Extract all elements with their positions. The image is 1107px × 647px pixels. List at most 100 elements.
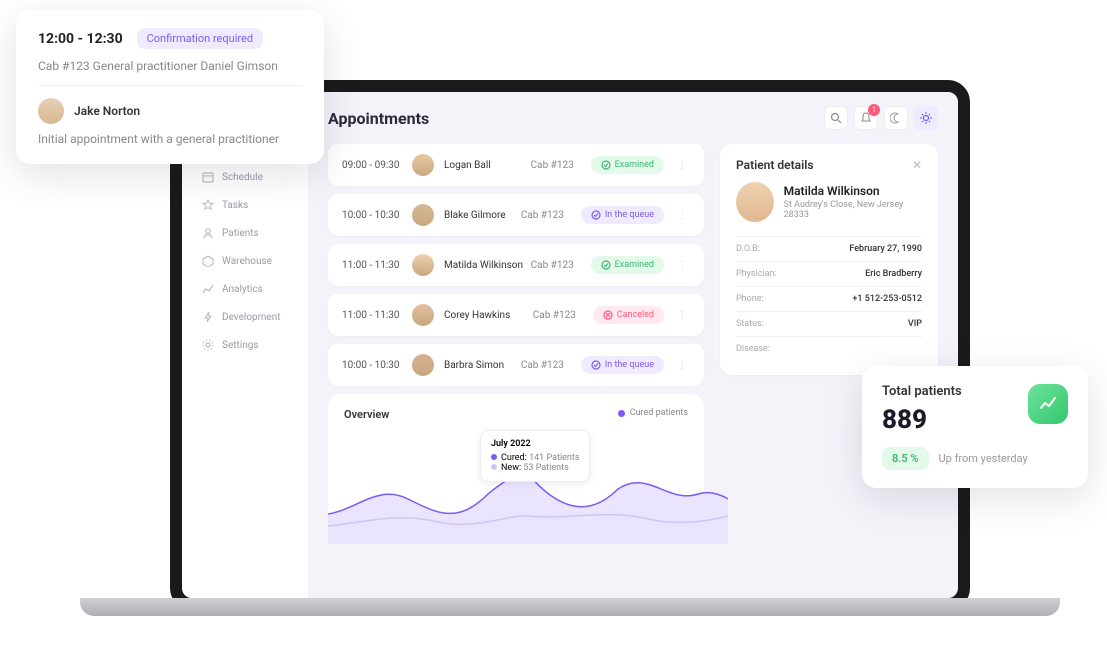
calendar-icon [202,171,214,183]
appointment-status: Canceled [593,306,664,324]
more-button[interactable]: ⋮ [674,260,690,271]
appointment-cab: Cab #123 [521,360,581,371]
bolt-icon [202,311,214,323]
avatar [412,154,434,176]
popup-cab-line: Cab #123 General practitioner Daniel Gim… [38,59,302,86]
appointment-status: In the queue [581,356,664,374]
patient-name: Matilda Wilkinson [784,184,922,198]
sidebar-item-label: Settings [222,340,259,351]
sidebar-item-label: Schedule [222,172,263,183]
user-icon [202,227,214,239]
total-patients-title: Total patients [882,384,962,399]
page-title: Appointments [328,109,429,128]
more-button[interactable]: ⋮ [674,360,690,371]
header-actions: 1 [824,106,938,130]
appointment-name: Matilda Wilkinson [444,260,531,271]
overview-legend: Cured patients [618,408,688,418]
appointment-cab: Cab #123 [521,210,581,221]
appointment-time: 09:00 - 09:30 [342,160,412,171]
patient-detail-row: Physician:Eric Bradberry [736,261,922,286]
appointment-status: Examined [591,156,664,174]
sidebar-item-label: Development [222,312,281,323]
search-button[interactable] [824,106,848,130]
patient-details-card: Patient details ✕ Matilda Wilkinson St A… [720,144,938,375]
appointment-row[interactable]: 09:00 - 09:30 Logan BallCab #123Examined ⋮ [328,144,704,186]
chart-tooltip: July 2022 Cured: 141 Patients New: 53 Pa… [480,430,590,482]
total-patients-percent: 8.5 % [882,447,929,470]
appointment-row[interactable]: 10:00 - 10:30 Blake GilmoreCab #123In the… [328,194,704,236]
sidebar-item-schedule[interactable]: Schedule [192,164,298,190]
dark-mode-button[interactable] [884,106,908,130]
close-icon: ✕ [912,158,922,172]
avatar [412,354,434,376]
main-area: Appointments 1 09:00 - 09:30Logan BallCa… [308,92,958,598]
sidebar-item-patients[interactable]: Patients [192,220,298,246]
laptop-base [80,598,1060,616]
appointment-cab: Cab #123 [533,310,593,321]
sun-icon [920,112,932,124]
appointment-name: Logan Ball [444,160,531,171]
patient-detail-row: Status:VIP [736,311,922,336]
appointment-time: 11:00 - 11:30 [342,260,412,271]
appointment-row[interactable]: 10:00 - 10:30 Barbra SimonCab #123In the … [328,344,704,386]
sidebar-item-label: Warehouse [222,256,272,267]
sidebar: Desktop Organizations Schedule Tasks Pat… [182,92,308,598]
total-patients-sub: Up from yesterday [939,452,1028,465]
appointment-time: 10:00 - 10:30 [342,360,412,371]
search-icon [830,112,842,124]
appointment-cab: Cab #123 [531,160,591,171]
trend-up-icon [1028,384,1068,424]
popup-time: 12:00 - 12:30 [38,31,123,47]
appointment-cab: Cab #123 [531,260,591,271]
total-patients-value: 889 [882,405,962,435]
appointment-popup-card: 12:00 - 12:30 Confirmation required Cab … [16,10,324,164]
gear-icon [202,339,214,351]
patient-detail-row: D.O.B:February 27, 1990 [736,236,922,261]
dot-icon [618,410,625,417]
chart-icon [202,283,214,295]
patient-address: St Audrey's Close, New Jersey 28333 [784,200,922,220]
appointment-status: Examined [591,256,664,274]
appointment-name: Blake Gilmore [444,210,521,221]
sidebar-item-label: Tasks [222,200,248,211]
patient-details-title: Patient details [736,158,814,172]
sidebar-item-settings[interactable]: Settings [192,332,298,358]
sidebar-item-label: Patients [222,228,259,239]
avatar [38,98,64,124]
avatar [412,204,434,226]
appointment-time: 11:00 - 11:30 [342,310,412,321]
avatar [412,254,434,276]
sidebar-item-label: Analytics [222,284,263,295]
overview-card: Overview Cured patients July 2022 Cured:… [328,394,704,544]
more-button[interactable]: ⋮ [674,310,690,321]
appointments-list: 09:00 - 09:30Logan BallCab #123Examined⋮… [328,144,704,544]
sidebar-item-warehouse[interactable]: Warehouse [192,248,298,274]
more-button[interactable]: ⋮ [674,160,690,171]
sidebar-item-development[interactable]: Development [192,304,298,330]
appointment-row[interactable]: 11:00 - 11:30 Matilda WilkinsonCab #123Ex… [328,244,704,286]
sidebar-item-tasks[interactable]: Tasks [192,192,298,218]
notification-badge: 1 [868,104,880,116]
appointment-row[interactable]: 11:00 - 11:30 Corey HawkinsCab #123Cancel… [328,294,704,336]
close-button[interactable]: ✕ [912,158,922,172]
appointment-name: Corey Hawkins [444,310,533,321]
star-icon [202,199,214,211]
more-button[interactable]: ⋮ [674,210,690,221]
popup-status-badge: Confirmation required [137,28,263,49]
sidebar-item-analytics[interactable]: Analytics [192,276,298,302]
appointment-name: Barbra Simon [444,360,521,371]
moon-icon [890,112,902,124]
total-patients-card: Total patients 889 8.5 % Up from yesterd… [862,366,1088,488]
notifications-button[interactable]: 1 [854,106,878,130]
avatar [736,182,774,222]
light-mode-button[interactable] [914,106,938,130]
patient-detail-row: Disease: [736,336,922,361]
header: Appointments 1 [328,106,938,130]
avatar [412,304,434,326]
popup-patient-name: Jake Norton [74,104,140,118]
appointment-time: 10:00 - 10:30 [342,210,412,221]
patient-detail-row: Phone:+1 512-253-0512 [736,286,922,311]
appointment-status: In the queue [581,206,664,224]
box-icon [202,255,214,267]
popup-description: Initial appointment with a general pract… [38,132,302,146]
